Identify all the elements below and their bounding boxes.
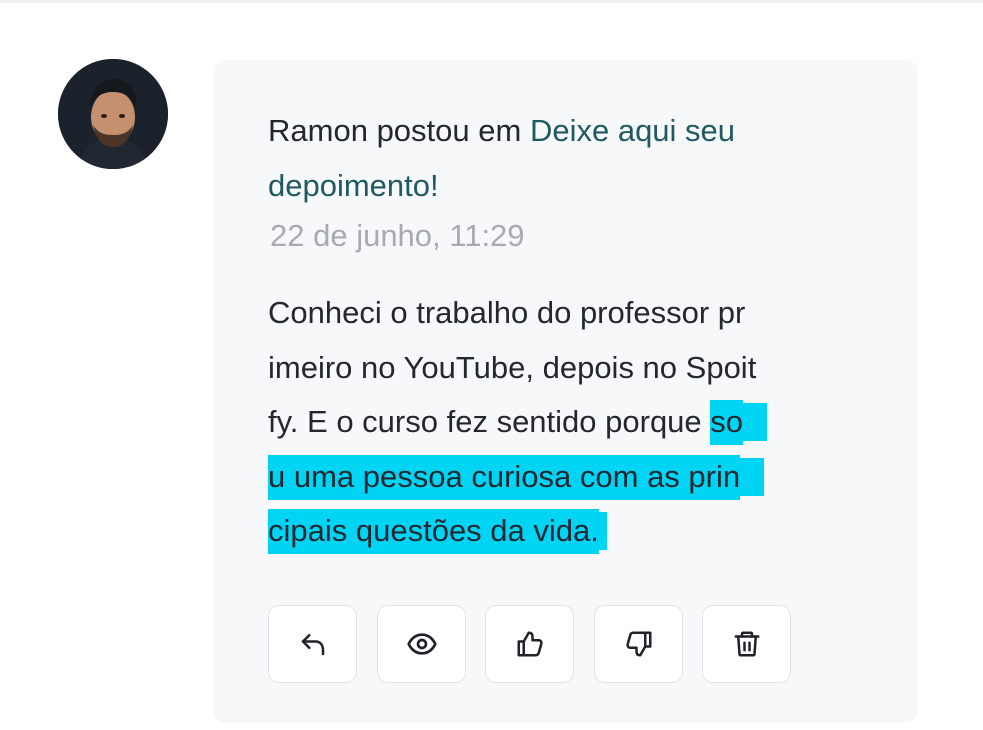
delete-button[interactable] xyxy=(702,605,791,683)
reply-button[interactable] xyxy=(268,605,357,683)
view-button[interactable] xyxy=(377,605,466,683)
eye-icon xyxy=(406,633,437,655)
thumbs-down-icon xyxy=(625,631,651,657)
action-text: postou em xyxy=(376,113,522,148)
dislike-button[interactable] xyxy=(594,605,683,683)
trash-icon xyxy=(734,631,759,657)
thumbs-up-icon xyxy=(517,631,543,657)
author-name[interactable]: Ramon xyxy=(268,113,368,148)
body-line: u uma pessoa curiosa com as prin xyxy=(268,450,868,505)
avatar[interactable] xyxy=(58,59,168,169)
body-line: fy. E o curso fez sentido porque so xyxy=(268,395,868,450)
body-line: imeiro no YouTube, depois no Spoit xyxy=(268,349,757,385)
highlighted-text: cipais questões da vida. xyxy=(268,509,599,554)
body-line: cipais questões da vida. xyxy=(268,504,868,559)
reply-icon xyxy=(301,634,324,656)
like-button[interactable] xyxy=(485,605,574,683)
post-body: Conheci o trabalho do professor pr imeir… xyxy=(268,286,868,559)
highlighted-text: u uma pessoa curiosa com as prin xyxy=(268,454,741,500)
post-timestamp: 22 de junho, 11:29 xyxy=(270,218,525,253)
top-divider xyxy=(0,0,983,3)
post-header: Ramon postou em Deixe aqui seu depoimento… xyxy=(268,103,868,213)
highlighted-text: so xyxy=(710,400,744,445)
body-line: Conheci o trabalho do professor pr xyxy=(268,295,746,330)
avatar-image xyxy=(58,59,168,169)
